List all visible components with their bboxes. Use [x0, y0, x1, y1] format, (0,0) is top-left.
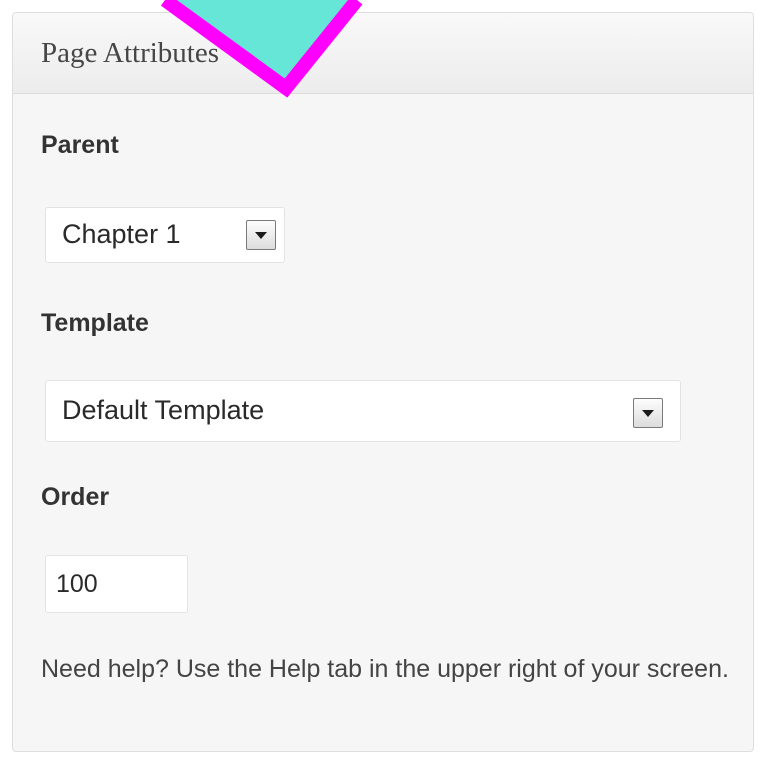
- template-label: Template: [41, 309, 149, 337]
- template-select-value: Default Template: [62, 395, 265, 425]
- metabox-title: Page Attributes: [41, 37, 220, 69]
- template-select-arrow-icon[interactable]: [633, 398, 663, 428]
- order-label: Order: [41, 483, 110, 511]
- order-input[interactable]: [45, 555, 188, 613]
- parent-select-arrow-icon[interactable]: [246, 220, 276, 250]
- help-text: Need help? Use the Help tab in the upper…: [41, 655, 729, 683]
- parent-label: Parent: [41, 131, 119, 159]
- page-root: Page Attributes Parent Chapter 1 Templat…: [0, 0, 777, 769]
- template-select[interactable]: Default Template: [45, 380, 681, 442]
- parent-select[interactable]: Chapter 1: [45, 207, 285, 263]
- metabox-header[interactable]: Page Attributes: [13, 13, 753, 94]
- parent-select-value: Chapter 1: [62, 219, 181, 249]
- page-attributes-metabox: Page Attributes Parent Chapter 1 Templat…: [12, 12, 754, 752]
